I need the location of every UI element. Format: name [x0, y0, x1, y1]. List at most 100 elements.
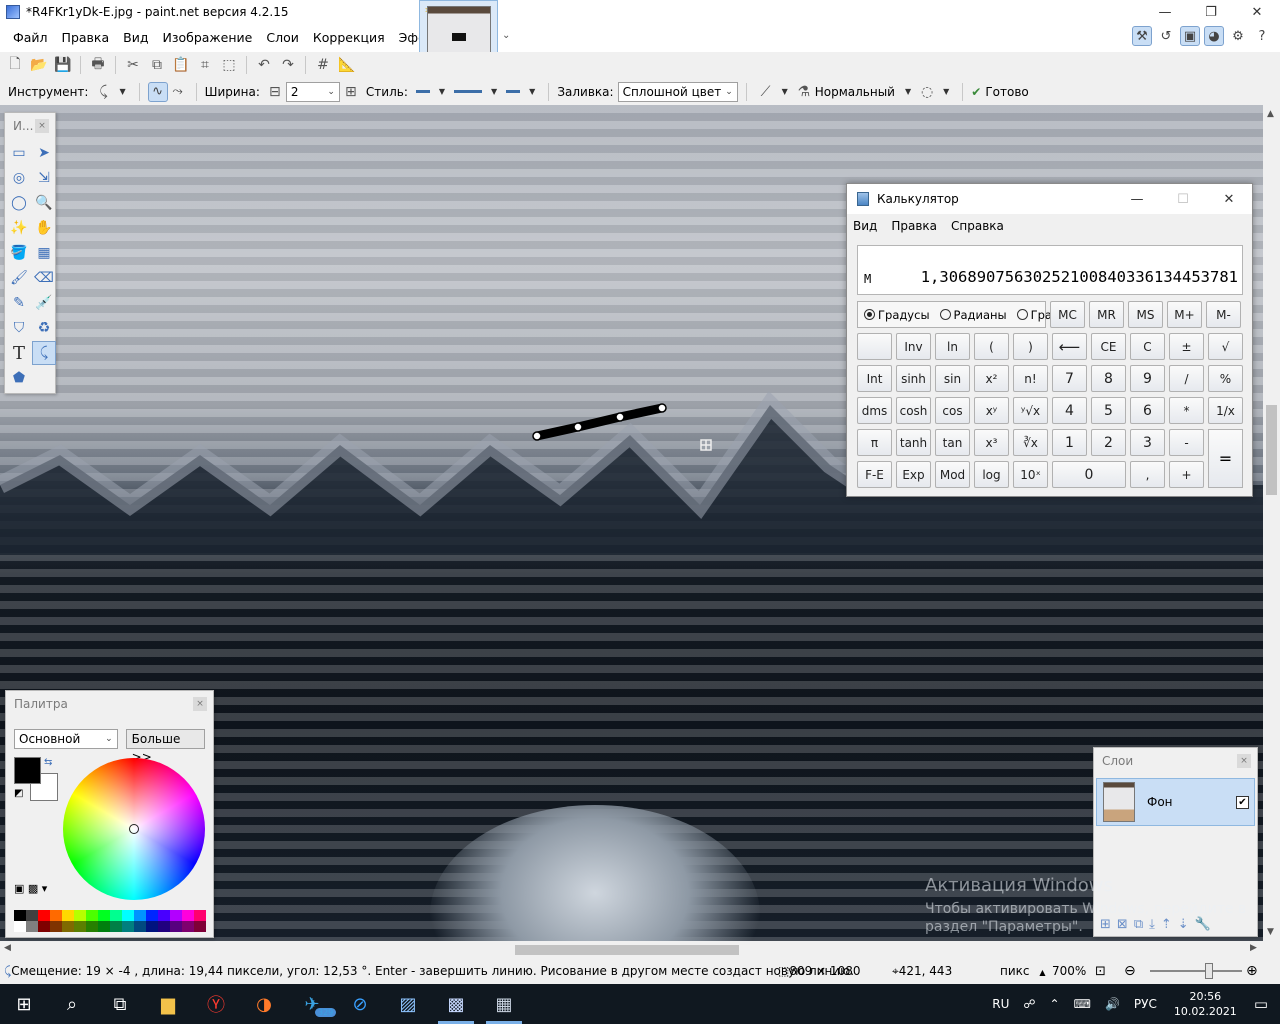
palette-swatch[interactable] [146, 921, 158, 932]
curve-handle-end[interactable] [657, 403, 667, 413]
chevron-down-icon[interactable]: ▼ [491, 87, 497, 96]
key-mc[interactable]: MC [1050, 301, 1085, 328]
panel-close-icon[interactable]: × [1237, 754, 1251, 768]
text-tool-icon[interactable]: T [7, 341, 31, 365]
primary-color-swatch[interactable] [14, 757, 41, 784]
chevron-down-icon[interactable]: ▼ [782, 87, 788, 96]
key-ce[interactable]: CE [1091, 333, 1126, 360]
settings-gear-icon[interactable]: ⚙ [1228, 26, 1248, 46]
radio-degrees[interactable]: Градусы [864, 308, 930, 322]
clone-stamp-tool-icon[interactable]: ⛉ [7, 316, 31, 340]
start-windows-icon[interactable]: ⊞ [0, 984, 48, 1024]
key-plus[interactable]: + [1169, 461, 1204, 488]
people-icon[interactable]: ☍ [1023, 997, 1035, 1011]
menu-layers[interactable]: Слои [259, 24, 306, 52]
zoom-slider-thumb[interactable] [1205, 963, 1213, 979]
palette-swatch[interactable] [14, 921, 26, 932]
chevron-down-icon[interactable]: ▼ [943, 87, 949, 96]
key-minus[interactable]: - [1169, 429, 1204, 456]
eraser-tool-icon[interactable]: ⌫ [32, 266, 56, 290]
cut-icon[interactable]: ✂ [122, 54, 144, 76]
gradient-tool-icon[interactable]: ▦ [32, 241, 56, 265]
key-square[interactable]: x² [974, 365, 1009, 392]
ellipse-select-tool-icon[interactable]: ◯ [7, 191, 31, 215]
key-cos[interactable]: cos [935, 397, 970, 424]
palette-swatch[interactable] [50, 921, 62, 932]
calc-maximize-button[interactable]: ☐ [1160, 184, 1206, 214]
new-file-icon[interactable]: 🗋 [4, 54, 26, 76]
palette-swatch[interactable] [110, 910, 122, 921]
calc-menu-help[interactable]: Справка [951, 219, 1004, 233]
selection-clipping-icon[interactable]: ◌ [916, 81, 938, 103]
palette-swatch[interactable] [98, 910, 110, 921]
palette-options-icon[interactable]: ▣ ▩ ▾ [14, 882, 47, 895]
key-m-plus[interactable]: M+ [1167, 301, 1202, 328]
palette-swatch[interactable] [86, 921, 98, 932]
telegram-icon[interactable]: ✈ 329 [288, 984, 337, 1024]
key-factorial[interactable]: n! [1013, 365, 1048, 392]
blend-mode-value[interactable]: Нормальный [815, 85, 895, 99]
swap-colors-icon[interactable]: ⇆ [44, 757, 52, 768]
key-plus-minus[interactable]: ± [1169, 333, 1204, 360]
fill-mode-combo[interactable]: Сплошной цвет ⌄ [617, 81, 738, 102]
pan-tool-icon[interactable]: ✋ [32, 216, 56, 240]
palette-swatch[interactable] [26, 910, 38, 921]
palette-swatch[interactable] [122, 910, 134, 921]
key-ten-power[interactable]: 10ˣ [1013, 461, 1048, 488]
key-log[interactable]: log [974, 461, 1009, 488]
chevron-down-icon[interactable]: ▼ [439, 87, 445, 96]
horizontal-scroll-thumb[interactable] [515, 945, 739, 955]
key-pi[interactable]: π [857, 429, 892, 456]
key-tanh[interactable]: tanh [896, 429, 931, 456]
key-multiply[interactable]: * [1169, 397, 1204, 424]
key-sinh[interactable]: sinh [896, 365, 931, 392]
width-decrease-icon[interactable]: ⊟ [264, 81, 286, 103]
help-icon[interactable]: ? [1252, 26, 1272, 46]
units-selector[interactable]: пикс ▲ [1000, 964, 1045, 978]
palette-panel-header[interactable]: Палитра × [6, 691, 213, 717]
key-mod[interactable]: Mod [935, 461, 970, 488]
palette-swatch[interactable] [158, 921, 170, 932]
calc-close-button[interactable]: ✕ [1206, 184, 1252, 214]
tools-panel-header[interactable]: И... × [5, 113, 55, 139]
key-c[interactable]: C [1130, 333, 1165, 360]
minimize-button[interactable]: — [1142, 0, 1188, 24]
menu-edit[interactable]: Правка [55, 24, 117, 52]
ruler-icon[interactable]: 📐 [336, 54, 358, 76]
curve-mode-spline-icon[interactable]: ∿ [147, 81, 168, 102]
key-cuberoot[interactable]: ∛x [1013, 429, 1048, 456]
key-open-paren[interactable]: ( [974, 333, 1009, 360]
more-colors-button[interactable]: Больше >> [125, 729, 205, 764]
calculator-taskbar-icon[interactable]: ▦ [480, 984, 528, 1024]
calc-menu-edit[interactable]: Правка [891, 219, 937, 233]
curve-handle-start[interactable] [532, 431, 542, 441]
palette-swatch[interactable] [86, 910, 98, 921]
vertical-scroll-thumb[interactable] [1266, 405, 1277, 495]
key-close-paren[interactable]: ) [1013, 333, 1048, 360]
key-4[interactable]: 4 [1052, 397, 1087, 424]
key-yroot[interactable]: ʸ√x [1013, 397, 1048, 424]
zoom-tool-icon[interactable]: 🔍 [32, 191, 56, 215]
move-selected-tool-icon[interactable]: ➤ [32, 141, 56, 165]
key-sin[interactable]: sin [935, 365, 970, 392]
key-cosh[interactable]: cosh [896, 397, 931, 424]
colors-window-toggle-icon[interactable]: ◕ [1204, 26, 1224, 46]
line-curve-tool-icon[interactable]: ⤹ [92, 81, 114, 103]
palette-swatch[interactable] [38, 910, 50, 921]
palette-swatch[interactable] [38, 921, 50, 932]
zoom-to-window-icon[interactable]: ⊡ [1095, 964, 1106, 979]
antialiasing-icon[interactable]: ⟋ [755, 81, 777, 103]
palette-swatch[interactable] [134, 921, 146, 932]
menu-file[interactable]: Файл [6, 24, 55, 52]
copy-icon[interactable]: ⧉ [146, 54, 168, 76]
shapes-tool-icon[interactable]: ⬟ [7, 366, 31, 390]
line-start-style-icon[interactable] [415, 90, 430, 93]
curve-mode-bezier-icon[interactable]: ⤳ [168, 82, 188, 102]
key-8[interactable]: 8 [1091, 365, 1126, 392]
layer-visibility-checkbox[interactable]: ✔ [1236, 795, 1249, 809]
scroll-up-icon[interactable]: ▲ [1267, 109, 1274, 119]
zoom-out-icon[interactable]: ⊖ [1124, 963, 1136, 979]
zoom-value[interactable]: 700% [1052, 964, 1086, 978]
curve-handle-1[interactable] [573, 422, 583, 432]
line-end-style-icon[interactable] [506, 90, 521, 93]
